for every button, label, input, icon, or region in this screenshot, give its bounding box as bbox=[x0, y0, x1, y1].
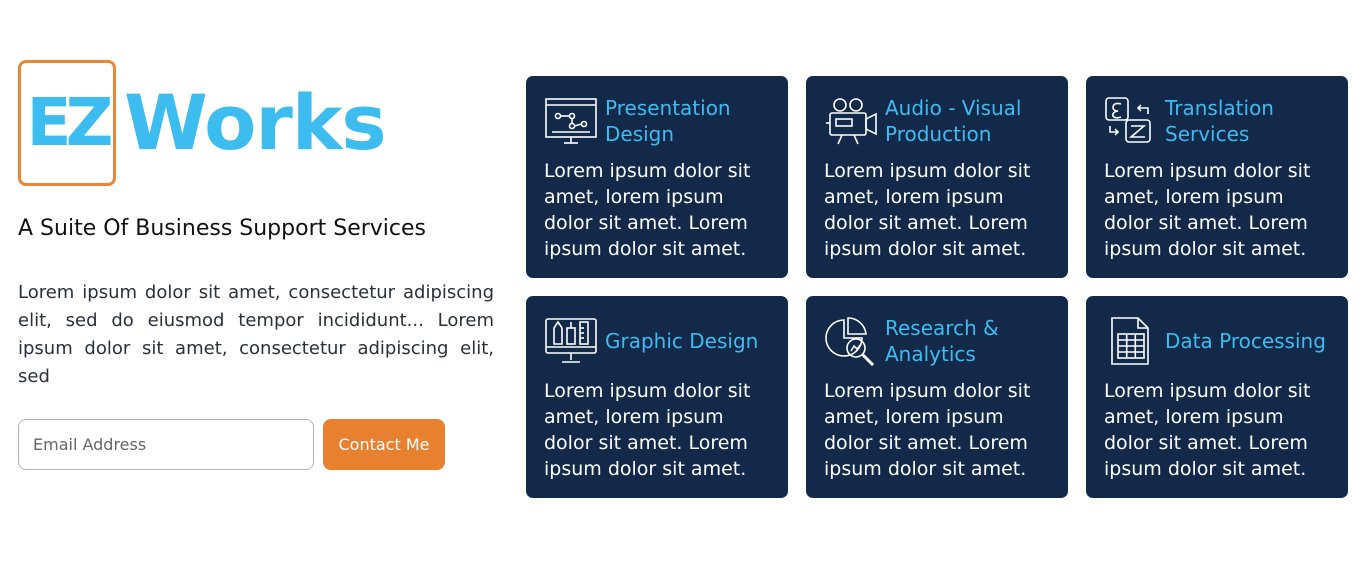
service-card-data-processing[interactable]: Data Processing Lorem ipsum dolor sit am… bbox=[1086, 296, 1348, 498]
service-title: Translation Services bbox=[1165, 96, 1274, 146]
contact-me-button[interactable]: Contact Me bbox=[323, 419, 445, 470]
service-description: Lorem ipsum dolor sit amet, lorem ipsum … bbox=[544, 160, 751, 260]
service-card-research-analytics[interactable]: Research & Analytics Lorem ipsum dolor s… bbox=[806, 296, 1068, 498]
data-processing-icon bbox=[1111, 317, 1149, 365]
service-title: Audio - Visual Production bbox=[885, 96, 1022, 146]
service-title: Graphic Design bbox=[605, 329, 759, 353]
intro-description: Lorem ipsum dolor sit amet, consectetur … bbox=[18, 282, 494, 387]
service-card-graphic-design[interactable]: Graphic Design Lorem ipsum dolor sit ame… bbox=[526, 296, 788, 498]
tagline: A Suite Of Business Support Services bbox=[18, 216, 427, 241]
service-card-translation[interactable]: Translation Services Lorem ipsum dolor s… bbox=[1086, 76, 1348, 278]
research-analytics-icon bbox=[825, 317, 875, 366]
service-description: Lorem ipsum dolor sit amet, lorem ipsum … bbox=[824, 380, 1031, 480]
logo-mark: EZ bbox=[18, 60, 116, 186]
service-title: Data Processing bbox=[1165, 329, 1326, 353]
hero-section: EZ Works A Suite Of Business Support Ser… bbox=[18, 56, 494, 470]
video-camera-icon bbox=[826, 98, 877, 145]
service-description: Lorem ipsum dolor sit amet, lorem ipsum … bbox=[1104, 160, 1311, 260]
translation-icon bbox=[1105, 97, 1151, 143]
presentation-icon bbox=[545, 98, 597, 144]
service-title: Presentation Design bbox=[605, 96, 731, 146]
service-description: Lorem ipsum dolor sit amet, lorem ipsum … bbox=[1104, 380, 1311, 480]
service-card-audio-visual[interactable]: Audio - Visual Production Lorem ipsum do… bbox=[806, 76, 1068, 278]
email-input[interactable] bbox=[18, 419, 314, 470]
service-description: Lorem ipsum dolor sit amet, lorem ipsum … bbox=[544, 380, 751, 480]
logo: EZ Works bbox=[18, 56, 494, 190]
logo-ez-text: EZ bbox=[26, 84, 114, 161]
logo-works-text: Works bbox=[124, 78, 387, 167]
service-title: Research & Analytics bbox=[885, 316, 999, 366]
graphic-design-icon bbox=[545, 318, 597, 363]
contact-form: Contact Me bbox=[18, 419, 494, 470]
service-card-presentation[interactable]: Presentation Design Lorem ipsum dolor si… bbox=[526, 76, 788, 278]
service-description: Lorem ipsum dolor sit amet, lorem ipsum … bbox=[824, 160, 1031, 260]
